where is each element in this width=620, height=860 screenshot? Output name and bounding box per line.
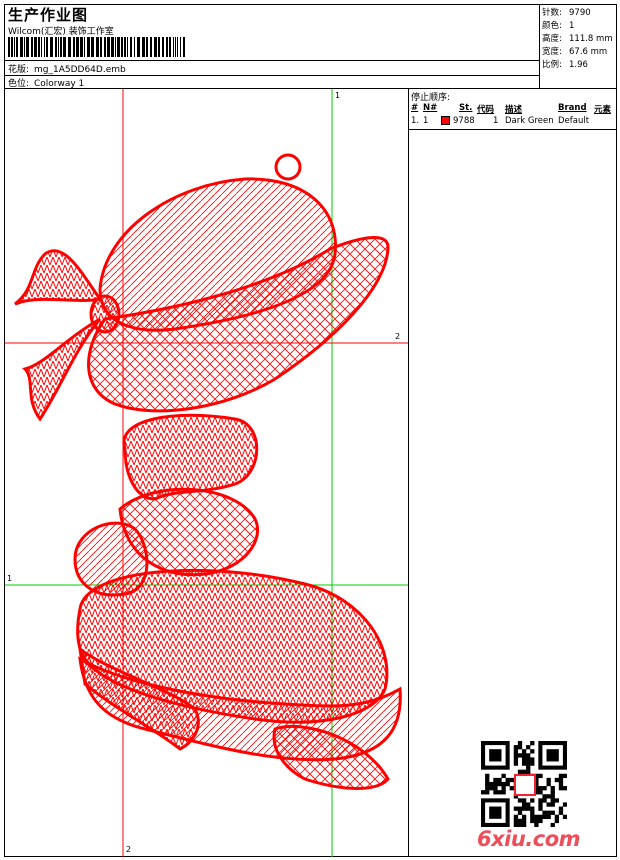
dress xyxy=(73,413,402,790)
watermark-logo: 6xiu.com xyxy=(477,827,581,851)
stitch-count: 9788 xyxy=(453,116,475,126)
color-code: 1 xyxy=(493,116,499,126)
table-row[interactable]: 1. 1 9788 1 Dark Green Default xyxy=(409,116,617,129)
col-header: Brand xyxy=(558,103,587,113)
col-header: St. xyxy=(459,103,473,113)
guide-label-bottom: 2 xyxy=(126,845,132,854)
color-description: Dark Green xyxy=(505,116,554,126)
colorway-row: 色位: Colorway 1 xyxy=(8,76,84,89)
stats-panel: 针数: 9790 颜色: 1 高度: 111.8 mm 宽度: 67.6 mm 比例: 1… xyxy=(540,5,617,89)
stat-label: 颜色: xyxy=(542,21,562,31)
company-name: Wilcom(汇宏) 装饰工作室 xyxy=(8,27,114,37)
design-label: 花版: xyxy=(8,65,30,75)
page-title: 生产作业图 xyxy=(8,6,89,24)
stop-number: 1. xyxy=(411,116,420,126)
design-row: 花版: mg_1A5DD64D.emb xyxy=(8,62,126,75)
production-worksheet: 生产作业图 Wilcom(汇宏) 装饰工作室 花版: mg_1A5DD64D.em… xyxy=(4,4,617,857)
col-header: N# xyxy=(423,103,438,113)
qr-code xyxy=(481,741,567,827)
stat-label: 比例: xyxy=(542,60,562,70)
stop-sequence-title: 停止顺序: xyxy=(411,93,451,103)
divider xyxy=(5,75,540,76)
stat-colors: 颜色: 1 xyxy=(542,19,574,31)
stat-value: 1.96 xyxy=(569,60,588,70)
guide-label-right: 2 xyxy=(395,332,401,341)
header-panel: 生产作业图 Wilcom(汇宏) 装饰工作室 花版: mg_1A5DD64D.em… xyxy=(5,5,540,89)
col-header: 描述 xyxy=(505,105,523,115)
stat-height: 高度: 111.8 mm xyxy=(542,32,613,44)
design-canvas[interactable]: 1 2 1 2 xyxy=(5,89,409,857)
col-header: 元素 xyxy=(594,105,612,115)
colorway-label: 色位: xyxy=(8,79,30,89)
divider xyxy=(5,60,540,61)
divider xyxy=(409,129,617,130)
stat-value: 1 xyxy=(569,21,575,31)
guide-label-top: 1 xyxy=(335,91,341,100)
embroidery-design xyxy=(5,89,408,857)
stat-label: 高度: xyxy=(542,34,562,44)
design-filename: mg_1A5DD64D.emb xyxy=(34,65,126,75)
stop-sequence-panel: 停止顺序: # N# St. 代码 描述 Brand 元素 1. 1 9788 … xyxy=(409,89,617,857)
needle-number: 1 xyxy=(423,116,429,126)
stat-label: 宽度: xyxy=(542,47,562,57)
stat-value: 67.6 mm xyxy=(569,47,608,57)
stat-label: 针数: xyxy=(542,8,562,18)
col-header: 代码 xyxy=(477,105,495,115)
stat-stitches: 针数: 9790 xyxy=(542,6,591,18)
colorway-value: Colorway 1 xyxy=(34,79,85,89)
stat-width: 宽度: 67.6 mm xyxy=(542,45,607,57)
stat-value: 9790 xyxy=(569,8,591,18)
barcode xyxy=(8,37,185,57)
thread-brand: Default xyxy=(558,116,590,126)
stat-value: 111.8 mm xyxy=(569,34,613,44)
col-header: # xyxy=(411,103,419,113)
stat-scale: 比例: 1.96 xyxy=(542,58,588,70)
stop-sequence-header: # N# St. 代码 描述 Brand 元素 xyxy=(409,103,617,116)
guide-label-left: 1 xyxy=(7,574,13,583)
